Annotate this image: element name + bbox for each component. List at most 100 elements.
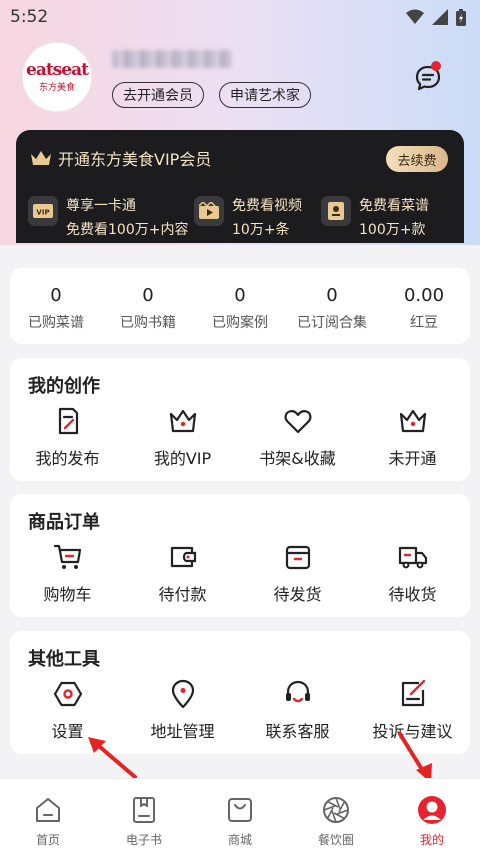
cart-icon — [53, 544, 81, 569]
my-vip-button[interactable]: 我的VIP — [125, 406, 240, 469]
benefit-line1: 尊享一卡通 — [66, 198, 136, 214]
vip-benefit: 免费看视频 10万+条 — [194, 194, 302, 242]
ebook-icon — [133, 797, 155, 823]
home-icon — [36, 798, 60, 822]
grid-label: 购物车 — [43, 585, 92, 604]
crown-icon — [169, 409, 196, 433]
box-icon — [285, 545, 310, 570]
section-title: 其他工具 — [28, 649, 100, 670]
grid-label: 待收货 — [388, 585, 437, 604]
svg-text:VIP: VIP — [36, 209, 49, 217]
tab-label: 餐饮圈 — [317, 833, 354, 847]
stat-label: 已购书籍 — [120, 315, 176, 331]
purchase-stats-card: 0 已购菜谱 0 已购书籍 0 已购案例 0 已订阅合集 0.00 红豆 — [10, 268, 470, 344]
crown-icon — [399, 409, 426, 433]
stat-label: 红豆 — [410, 315, 438, 331]
stat-value: 0.00 — [403, 285, 445, 306]
vip-benefit: VIP 尊享一卡通 免费看100万+内容 — [28, 194, 188, 242]
vip-title-text: 开通东方美食VIP会员 — [58, 150, 212, 169]
settings-icon — [53, 681, 82, 707]
signal-icon — [432, 9, 448, 25]
avatar-logo-sub: 东方美食 — [38, 83, 75, 93]
stat-purchased-books[interactable]: 0 已购书籍 — [102, 268, 194, 344]
stat-value: 0 — [234, 285, 246, 306]
grid-label: 未开通 — [388, 449, 437, 468]
wallet-icon — [170, 546, 196, 568]
pending-receipt-button[interactable]: 待收货 — [355, 542, 470, 605]
cart-button[interactable]: 购物车 — [10, 542, 125, 605]
pending-payment-button[interactable]: 待付款 — [125, 542, 240, 605]
message-button[interactable] — [414, 61, 442, 92]
benefit-line2: 免费看100万+内容 — [66, 222, 189, 238]
stat-label: 已购菜谱 — [28, 315, 84, 331]
grid-label: 待付款 — [158, 585, 207, 604]
grid-label: 设置 — [51, 722, 84, 741]
benefit-line1: 免费看菜谱 — [359, 198, 429, 214]
address-management-button[interactable]: 地址管理 — [125, 679, 240, 742]
grid-label: 地址管理 — [150, 722, 215, 741]
grid-label: 待发货 — [273, 585, 322, 604]
aperture-icon — [323, 797, 349, 823]
section-title: 我的创作 — [28, 376, 100, 397]
grid-label: 我的VIP — [153, 449, 212, 468]
tab-ebook[interactable]: 电子书 — [96, 779, 192, 855]
tab-profile[interactable]: 我的 — [384, 779, 480, 855]
annotation-arrow-profile — [398, 732, 432, 783]
vip-card-icon: VIP — [28, 196, 58, 226]
stat-label: 已订阅合集 — [297, 315, 367, 331]
profile-header: eatseat 东方美食 ······· 去开通会员 申请艺术家 — [22, 42, 462, 114]
benefit-line1: 免费看视频 — [232, 198, 302, 214]
customer-service-button[interactable]: 联系客服 — [240, 679, 355, 742]
stat-value: 0 — [326, 285, 338, 306]
status-time: 5:52 — [10, 7, 49, 27]
heart-icon — [284, 410, 311, 434]
stat-purchased-cases[interactable]: 0 已购案例 — [194, 268, 286, 344]
not-activated-button[interactable]: 未开通 — [355, 406, 470, 469]
crown-icon — [31, 151, 51, 165]
renew-button[interactable]: 去续费 — [386, 146, 448, 172]
tab-label: 商城 — [227, 833, 252, 847]
apply-artist-button[interactable]: 申请艺术家 — [219, 82, 311, 108]
stat-subscribed-collections[interactable]: 0 已订阅合集 — [286, 268, 378, 344]
truck-icon — [398, 546, 427, 569]
benefit-line2: 10万+条 — [232, 222, 290, 238]
benefit-line2: 100万+款 — [359, 222, 426, 238]
shop-bag-icon — [228, 798, 252, 822]
profile-icon — [418, 796, 446, 824]
pending-shipment-button[interactable]: 待发货 — [240, 542, 355, 605]
tab-label: 我的 — [419, 833, 444, 847]
avatar[interactable]: eatseat 东方美食 — [22, 42, 92, 112]
my-publish-button[interactable]: 我的发布 — [10, 406, 125, 469]
vip-benefit: 免费看菜谱 100万+款 — [321, 194, 429, 242]
stat-value: 0 — [50, 285, 62, 306]
tab-shop[interactable]: 商城 — [192, 779, 288, 855]
section-title: 商品订单 — [28, 512, 100, 533]
feedback-icon — [401, 679, 425, 707]
grid-label: 联系客服 — [265, 722, 330, 741]
open-vip-button[interactable]: 去开通会员 — [112, 82, 204, 108]
stat-red-beans[interactable]: 0.00 红豆 — [378, 268, 470, 344]
bookshelf-favorites-button[interactable]: 书架&收藏 — [240, 406, 355, 469]
tab-label: 首页 — [35, 833, 60, 847]
tab-dining-circle[interactable]: 餐饮圈 — [288, 779, 384, 855]
video-icon — [194, 196, 224, 226]
recipe-book-icon — [321, 196, 351, 226]
publish-icon — [58, 407, 78, 435]
stat-label: 已购案例 — [212, 315, 268, 331]
tab-home[interactable]: 首页 — [0, 779, 96, 855]
settings-button[interactable]: 设置 — [10, 679, 125, 742]
status-bar: 5:52 — [0, 0, 480, 34]
my-creation-section: 我的创作 我的发布 我的VIP 书架&收藏 未开通 — [10, 358, 470, 481]
location-icon — [171, 679, 194, 709]
bottom-tab-bar: 首页 电子书 商城 餐饮圈 我的 — [0, 778, 480, 855]
stat-purchased-recipes[interactable]: 0 已购菜谱 — [10, 268, 102, 344]
username-masked: ······· — [112, 50, 232, 68]
grid-label: 我的发布 — [35, 449, 100, 468]
unread-dot — [431, 61, 441, 71]
grid-label: 书架&收藏 — [259, 449, 336, 468]
annotation-arrow-settings — [88, 737, 137, 779]
wifi-icon — [406, 9, 424, 24]
headset-icon — [285, 680, 310, 703]
avatar-logo-text: eatseat — [26, 60, 89, 80]
vip-promo-card[interactable]: 开通东方美食VIP会员 去续费 VIP 尊享一卡通 免费看100万+内容 免费看… — [16, 130, 464, 243]
